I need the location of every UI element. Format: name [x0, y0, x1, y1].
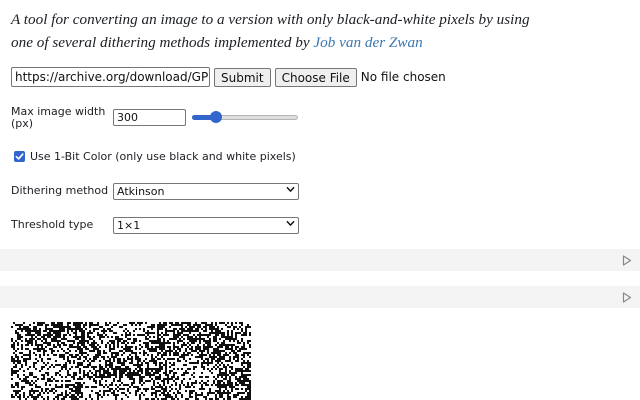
- checkmark-icon: [15, 153, 24, 160]
- submit-button[interactable]: Submit: [214, 67, 271, 87]
- threshold-type-label: Threshold type: [11, 218, 94, 231]
- play-outline-icon[interactable]: [622, 255, 632, 266]
- author-link[interactable]: Job van der Zwan: [313, 34, 422, 51]
- width-slider-thumb[interactable]: [210, 111, 222, 123]
- collapsed-cell-2[interactable]: [0, 286, 640, 308]
- max-width-label: Max image width (px): [11, 105, 106, 130]
- dithered-image-preview: [11, 322, 251, 400]
- threshold-type-select[interactable]: 1×1: [113, 217, 299, 234]
- chevron-down-icon: [286, 184, 295, 199]
- dithering-method-label: Dithering method: [11, 184, 109, 197]
- max-width-input[interactable]: 300: [113, 109, 186, 126]
- threshold-type-value: 1×1: [117, 219, 141, 232]
- play-outline-icon[interactable]: [622, 292, 632, 303]
- collapsed-cell-1[interactable]: [0, 249, 640, 271]
- dithering-method-select[interactable]: Atkinson: [113, 183, 299, 200]
- one-bit-checkbox[interactable]: [14, 151, 25, 162]
- chevron-down-icon: [286, 218, 295, 233]
- url-row: https://archive.org/download/GPN-2000 Su…: [11, 67, 446, 87]
- dithering-method-value: Atkinson: [117, 185, 165, 198]
- intro-text: A tool for converting an image to a vers…: [11, 8, 551, 54]
- page: A tool for converting an image to a vers…: [0, 0, 640, 400]
- choose-file-button[interactable]: Choose File: [274, 67, 357, 87]
- url-input[interactable]: https://archive.org/download/GPN-2000: [11, 67, 210, 87]
- no-file-text: No file chosen: [360, 70, 446, 84]
- one-bit-label: Use 1-Bit Color (only use black and whit…: [30, 150, 296, 163]
- intro-description: A tool for converting an image to a vers…: [11, 11, 530, 51]
